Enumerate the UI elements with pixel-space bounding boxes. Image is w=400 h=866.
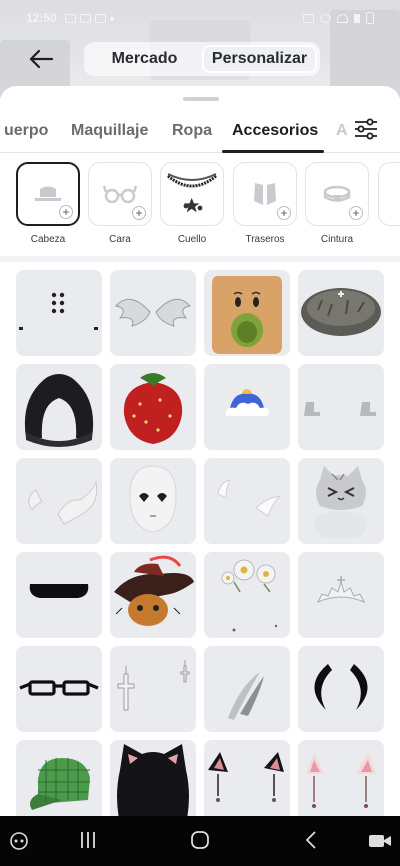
game-controller-icon[interactable] xyxy=(10,832,28,850)
face-dots-item[interactable] xyxy=(16,270,102,356)
mail-icon xyxy=(94,13,106,23)
cat-ear-hood-item[interactable] xyxy=(110,740,196,816)
add-plus-icon: + xyxy=(349,206,363,220)
green-cap-item[interactable] xyxy=(16,740,102,816)
subcategory-row: + Cabeza + Cara Cuello + Traseros + Cint… xyxy=(0,162,400,260)
sheet-drag-handle[interactable] xyxy=(183,97,219,101)
signal-icon xyxy=(354,13,360,23)
black-horns-item[interactable] xyxy=(298,646,384,732)
subcat-next-partial[interactable] xyxy=(378,162,400,226)
wings-item[interactable] xyxy=(110,270,196,356)
tiara-item[interactable] xyxy=(298,552,384,638)
tabs-divider xyxy=(0,152,400,153)
mustache-item[interactable] xyxy=(16,552,102,638)
subcat-cara[interactable]: + Cara xyxy=(88,162,152,245)
add-plus-icon: + xyxy=(277,206,291,220)
home-icon[interactable] xyxy=(190,830,210,850)
segment-personalizar[interactable]: Personalizar xyxy=(202,45,317,73)
sun-cloud-item[interactable] xyxy=(204,364,290,450)
gallery-icon xyxy=(64,13,76,23)
gray-cat-item[interactable] xyxy=(298,458,384,544)
segment-mercado[interactable]: Mercado xyxy=(87,45,202,73)
black-hood-item[interactable] xyxy=(16,364,102,450)
add-plus-icon: + xyxy=(132,206,146,220)
alarm-icon xyxy=(320,13,331,23)
battery-saver-icon xyxy=(303,13,314,23)
active-tab-indicator xyxy=(222,150,324,153)
white-horns-item[interactable] xyxy=(16,458,102,544)
subcat-cintura[interactable]: + Cintura xyxy=(305,162,369,245)
tab-maquillaje[interactable]: Maquillaje xyxy=(71,122,148,140)
hat-icon xyxy=(35,186,61,201)
video-camera-icon[interactable] xyxy=(368,832,392,850)
message-icon xyxy=(79,13,91,23)
system-nav-bar xyxy=(0,816,400,866)
bottom-sheet: uerpo Maquillaje Ropa Accesorios A + Cab… xyxy=(0,86,400,816)
mini-boots-item[interactable] xyxy=(298,364,384,450)
status-time: 12:50 xyxy=(26,11,57,25)
tab-next-fade: A xyxy=(336,122,348,139)
fur-hat-item[interactable] xyxy=(298,270,384,356)
scythe-item[interactable] xyxy=(204,646,290,732)
section-divider xyxy=(0,256,400,262)
puss-in-boots-item[interactable] xyxy=(110,552,196,638)
category-tabs: uerpo Maquillaje Ropa Accesorios A xyxy=(0,114,400,153)
green-mouth-head-item[interactable] xyxy=(204,270,290,356)
subcat-cabeza[interactable]: + Cabeza xyxy=(16,162,80,245)
top-bar: Mercado Personalizar xyxy=(0,40,400,80)
status-bar: 12:50 xyxy=(0,0,400,36)
glasses-item[interactable] xyxy=(16,646,102,732)
back-arrow-icon[interactable] xyxy=(26,46,56,72)
tab-accesorios[interactable]: Accesorios xyxy=(232,122,318,140)
cat-ears-pink-item[interactable] xyxy=(298,740,384,816)
notification-dot-icon xyxy=(109,16,114,21)
cross-earrings-item[interactable] xyxy=(110,646,196,732)
necklace-chain-icon xyxy=(167,173,217,213)
glasses-outline-icon xyxy=(103,185,137,204)
tab-cuerpo[interactable]: uerpo xyxy=(4,122,48,140)
battery-icon xyxy=(366,12,374,24)
mode-segmented-control: Mercado Personalizar xyxy=(84,42,320,76)
strawberry-hat-item[interactable] xyxy=(110,364,196,450)
recent-apps-icon[interactable] xyxy=(80,830,96,850)
tab-ropa[interactable]: Ropa xyxy=(172,122,212,140)
wifi-icon xyxy=(337,13,348,23)
daisy-crown-item[interactable] xyxy=(204,552,290,638)
white-mask-item[interactable] xyxy=(110,458,196,544)
small-horns-item[interactable] xyxy=(204,458,290,544)
belt-icon xyxy=(323,185,351,202)
nav-back-icon[interactable] xyxy=(304,830,318,850)
filter-sliders-icon[interactable] xyxy=(354,118,378,140)
cat-ears-black-item[interactable] xyxy=(204,740,290,816)
subcat-cuello[interactable]: Cuello xyxy=(160,162,224,245)
subcat-traseros[interactable]: + Traseros xyxy=(233,162,297,245)
add-plus-icon: + xyxy=(59,205,73,219)
back-wings-icon xyxy=(254,183,276,205)
